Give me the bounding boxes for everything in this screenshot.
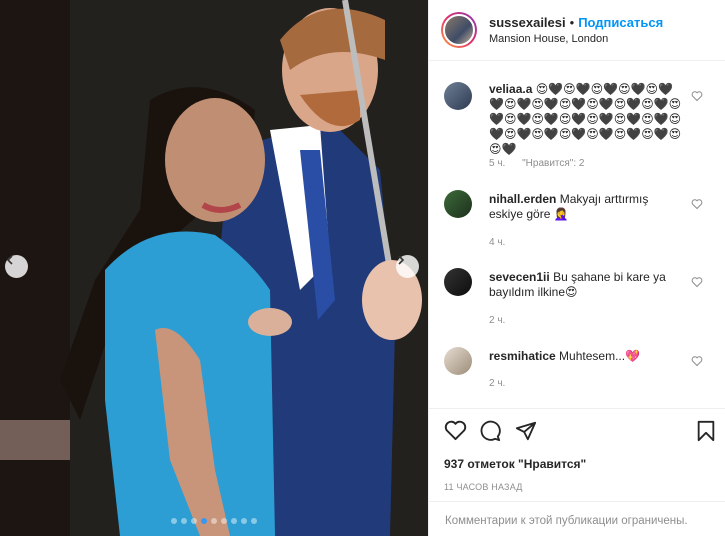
carousel-dot (201, 518, 207, 524)
comment-age: 2 ч. (489, 315, 506, 326)
avatar[interactable] (444, 268, 472, 296)
comment-username[interactable]: sevecen1ii (489, 270, 550, 284)
carousel-dot (171, 518, 177, 524)
avatar[interactable] (441, 12, 477, 48)
comment-icon[interactable] (479, 420, 501, 442)
comment-likes-count[interactable]: "Нравится": 2 (522, 158, 584, 169)
avatar[interactable] (444, 82, 472, 110)
post-time[interactable]: 11 ЧАСОВ НАЗАД (444, 482, 523, 492)
carousel-dot (241, 518, 247, 524)
bookmark-icon[interactable] (696, 420, 716, 442)
likes-count[interactable]: 937 отметок "Нравится" (444, 457, 586, 471)
follow-button[interactable]: Подписаться (578, 15, 663, 30)
carousel-dot (231, 518, 237, 524)
heart-icon[interactable] (691, 90, 703, 102)
chevron-left-icon (6, 255, 13, 265)
carousel-dot (251, 518, 257, 524)
username-link[interactable]: sussexailesi (489, 15, 566, 30)
heart-icon[interactable] (691, 276, 703, 288)
carousel-dot (181, 518, 187, 524)
heart-icon[interactable] (691, 198, 703, 210)
avatar[interactable] (444, 190, 472, 218)
location-link[interactable]: Mansion House, London (489, 33, 663, 45)
comment-age: 4 ч. (489, 237, 506, 248)
carousel-next-button[interactable] (396, 255, 419, 278)
photo-illustration (0, 0, 428, 536)
carousel-indicator (0, 518, 428, 524)
carousel-dot (191, 518, 197, 524)
like-heart-icon[interactable] (444, 420, 467, 441)
separator: • (569, 15, 575, 30)
heart-icon[interactable] (691, 355, 703, 367)
carousel-dot (221, 518, 227, 524)
chevron-right-icon (398, 255, 405, 265)
post-header: sussexailesi • Подписаться Mansion House… (429, 0, 725, 61)
comment-age: 5 ч. (489, 158, 506, 169)
comment-username[interactable]: nihall.erden (489, 192, 556, 206)
carousel-dot (211, 518, 217, 524)
comment-age: 2 ч. (489, 378, 506, 389)
share-icon[interactable] (515, 420, 537, 442)
comment-username[interactable]: veliaa.a (489, 82, 532, 96)
avatar[interactable] (444, 347, 472, 375)
comments-limited-notice: Комментарии к этой публикации ограничены… (429, 501, 725, 536)
post-actions: 937 отметок "Нравится" 11 ЧАСОВ НАЗАД Ко… (429, 408, 725, 536)
post-details-panel: sussexailesi • Подписаться Mansion House… (428, 0, 725, 536)
comment-text: Muhtesem...💖 (559, 349, 641, 363)
carousel-prev-button[interactable] (5, 255, 28, 278)
comment-username[interactable]: resmihatice (489, 349, 556, 363)
post-photo[interactable] (0, 0, 428, 536)
